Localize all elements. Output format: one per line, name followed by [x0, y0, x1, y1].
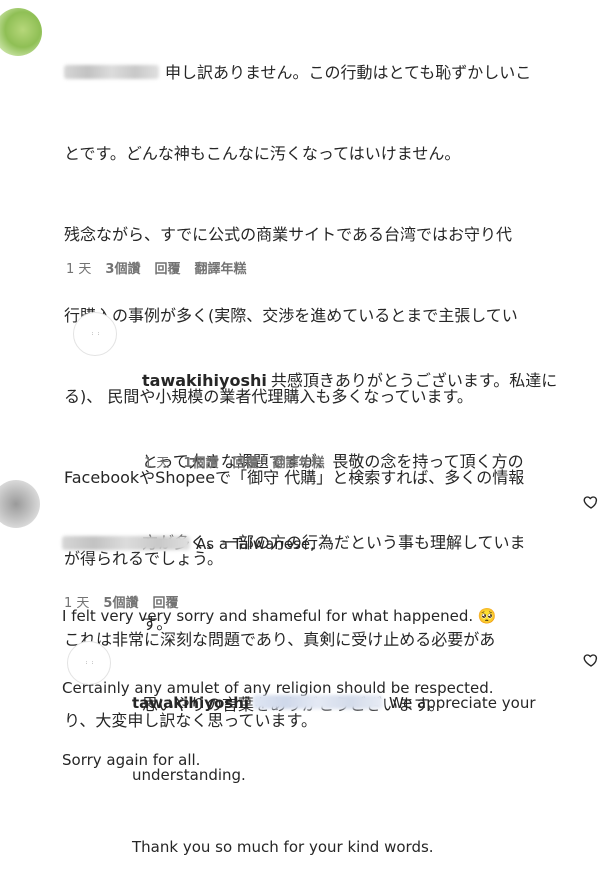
logo-mark: ·· ·· [89, 332, 101, 336]
blurred-mention[interactable] [253, 695, 384, 709]
avatar[interactable] [0, 480, 40, 528]
likes-count[interactable]: 3個讚 [105, 258, 140, 277]
avatar[interactable]: ·· ·· [67, 641, 111, 685]
avatar[interactable]: ·· ·· [73, 312, 117, 356]
username[interactable]: tawakihiyoshi [132, 694, 249, 712]
avatar[interactable] [0, 8, 42, 56]
blurred-username[interactable] [64, 65, 159, 79]
likes-count[interactable]: 5個讚 [103, 592, 138, 611]
heart-outline-icon[interactable] [583, 652, 599, 668]
comment-4-line-2: understanding. [132, 766, 246, 784]
comment-4-line-3: Thank you so much for your kind words. [132, 838, 434, 856]
comment-2-meta: 1 天 1個讚 回覆 翻譯年糕 [144, 452, 324, 471]
comment-1-line-3: 残念ながら、すでに公式の商業サイトである台湾ではお守り代 [64, 225, 513, 244]
heart-outline-icon[interactable] [583, 494, 599, 510]
likes-count[interactable]: 1個讚 [183, 452, 218, 471]
reply-button[interactable]: 回覆 [232, 452, 258, 471]
logo-mark: ·· ·· [83, 661, 95, 665]
timestamp: 1 天 [66, 262, 92, 277]
username[interactable]: tawakihiyoshi [142, 371, 267, 390]
comment-3-line-1: As a Taiwanese, [62, 532, 582, 556]
reply-button[interactable]: 回覆 [152, 592, 178, 611]
comment-1-line-2: とです。どんな神もこんなに汚くなってはいけません。 [64, 144, 461, 163]
comment-1-meta: 1 天 3個讚 回覆 翻譯年糕 [66, 258, 246, 277]
reply-button[interactable]: 回覆 [154, 258, 180, 277]
comment-3-meta: 1 天 5個讚 回覆 [64, 592, 178, 611]
translate-button[interactable]: 翻譯年糕 [194, 258, 246, 277]
comment-4-line-1: tawakihiyoshi We appreciate your [132, 694, 536, 712]
comment-2-line-1: tawakihiyoshi 共感頂きありがとうございます。私達に [142, 371, 558, 390]
translate-button[interactable]: 翻譯年糕 [272, 452, 324, 471]
blurred-username[interactable] [62, 536, 190, 550]
timestamp: 1 天 [64, 596, 90, 611]
timestamp: 1 天 [144, 456, 170, 471]
comment-4-text: tawakihiyoshi We appreciate your understa… [132, 643, 572, 883]
comment-1-line-1: 申し訳ありません。この行動はとても恥ずかしいこ [64, 59, 604, 86]
